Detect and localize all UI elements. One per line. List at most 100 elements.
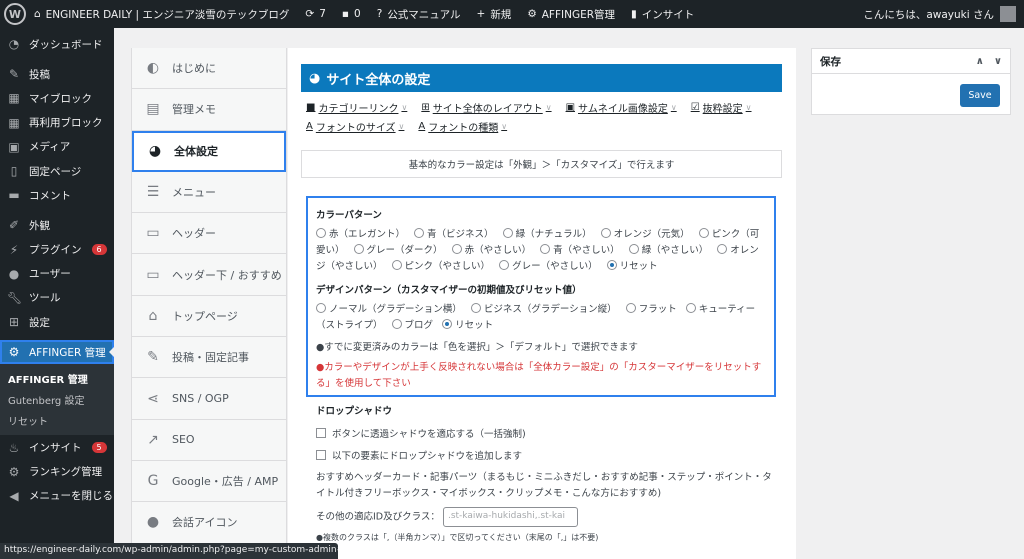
radio-button[interactable] [600,228,611,238]
radio-option[interactable]: 緑（ナチュラル） [502,228,592,240]
radio-button[interactable] [625,303,636,313]
nav-item-google[interactable]: G Google・広告 / AMP [132,461,286,503]
wordpress-logo-icon[interactable]: W [4,3,26,25]
nav-item-menu[interactable]: ☰ メニュー [132,172,286,214]
submenu-gutenberg[interactable]: Gutenberg 設定 [0,389,114,410]
new-content-link[interactable]: + 新規 [469,0,520,28]
submenu-reset[interactable]: リセット [0,410,114,431]
affinger-admin-link[interactable]: ⚙ AFFINGER管理 [519,0,623,28]
sidebar-item-ranking[interactable]: ⚙ ランキング管理 [0,460,114,484]
radio-option[interactable]: 赤（エレガント） [316,228,405,240]
nav-item-header-below[interactable]: ▭ ヘッダー下 / おすすめ [132,254,286,296]
dropshadow-heading: ドロップシャドウ [316,406,393,417]
link-excerpt[interactable]: ☑ 抜粋設定 ∨ [691,100,752,115]
radio-option[interactable]: 緑（やさしい） [628,244,708,256]
radio-option[interactable]: ピンク（やさしい） [391,260,490,272]
updates-link[interactable]: ⟳ 7 [297,0,334,28]
sidebar-item-appearance[interactable]: ✐ 外観 [0,213,114,237]
nav-item-general[interactable]: ◕ 全体設定 [132,130,286,172]
nav-item-header[interactable]: ▭ ヘッダー [132,213,286,255]
dropshadow-option-2[interactable]: 以下の要素にドロップシャドウを追加します [316,448,522,462]
radio-button[interactable] [502,228,513,238]
checkbox[interactable] [316,428,326,438]
sidebar-item-collapse[interactable]: ◀ メニューを閉じる [0,484,114,508]
nav-item-chat-icon[interactable]: ● 会話アイコン [132,502,286,544]
sidebar-item-settings[interactable]: ⊞ 設定 [0,310,114,334]
radio-button[interactable] [698,228,709,238]
radio-button[interactable] [685,303,696,313]
chat-icon: ● [146,514,160,531]
radio-option[interactable]: ブログ [391,319,433,331]
radio-option[interactable]: リセット [606,260,658,272]
radio-button[interactable] [316,228,326,238]
chevron-down-icon: ∨ [401,103,408,112]
admin-bar: W ⌂ ENGINEER DAILY | エンジニア淡雪のテックブログ ⟳ 7 ▪ 0… [0,0,1024,28]
radio-button[interactable] [540,244,551,254]
link-category[interactable]: ■ カテゴリーリンク ∨ [306,100,407,115]
radio-button[interactable] [470,303,481,313]
radio-option[interactable]: オレンジ（元気） [600,228,690,240]
sidebar-item-posts[interactable]: ✎ 投稿 [0,62,114,86]
checkbox[interactable] [316,450,326,460]
settings-nav: ◐ はじめに ▤ 管理メモ ◕ 全体設定 ☰ メニュー ▭ ヘッダー ▭ ヘッダー下 / お… [131,48,287,559]
chevron-down-icon[interactable]: ∨ [994,56,1002,67]
sidebar-item-dashboard[interactable]: ◔ ダッシュボード [0,32,114,56]
radio-button[interactable] [414,228,425,238]
chevron-down-icon: ∨ [670,103,677,112]
nav-item-sns[interactable]: ⋖ SNS / OGP [132,378,286,420]
sidebar-item-tools[interactable]: 🔧︎ ツール [0,286,114,310]
radio-option[interactable]: 青（ビジネス） [414,228,494,240]
radio-option[interactable]: ビジネス（グラデーション縦） [470,303,617,315]
radio-button[interactable] [442,319,453,329]
sidebar-item-myblock[interactable]: ▦ マイブロック [0,86,114,110]
nav-item-seo[interactable]: ↗ SEO [132,420,286,461]
insight-link[interactable]: ▮ インサイト [623,0,702,28]
grid-icon: ▦ [8,115,20,130]
sidebar-item-users[interactable]: ● ユーザー [0,262,114,286]
dropshadow-option-1[interactable]: ボタンに透過シャドウを適応する（一括強制) [316,426,526,440]
nav-item-memo[interactable]: ▤ 管理メモ [132,89,286,131]
nav-item-top-page[interactable]: ⌂ トップページ [132,296,286,338]
radio-option[interactable]: グレー（ダーク） [353,244,443,256]
chevron-up-icon[interactable]: ∧ [976,56,984,67]
radio-button[interactable] [451,244,462,254]
sidebar-item-plugins[interactable]: ⚡ プラグイン 6 [0,238,114,262]
nav-item-intro[interactable]: ◐ はじめに [132,48,286,90]
sidebar-item-pages[interactable]: ▯ 固定ページ [0,159,114,183]
avatar [1000,6,1016,22]
link-font-size[interactable]: A フォントのサイズ ∨ [306,119,404,134]
radio-button[interactable] [391,260,402,270]
admin-sidebar: ◔ ダッシュボード ✎ 投稿 ▦ マイブロック ▦ 再利用ブロック ▣ メディア ▯ 固定ペ… [0,28,115,559]
radio-option[interactable]: リセット [442,319,493,331]
radio-button[interactable] [316,303,326,313]
link-thumbnail[interactable]: ▣ サムネイル画像設定 ∨ [566,100,677,115]
save-button[interactable]: Save [960,84,1000,107]
radio-button[interactable] [391,319,402,329]
radio-option[interactable]: グレー（やさしい） [499,260,598,272]
submenu-affinger-admin[interactable]: AFFINGER 管理 [0,368,114,389]
sidebar-item-affinger[interactable]: ⚙ AFFINGER 管理 [0,340,115,365]
site-name-link[interactable]: ⌂ ENGINEER DAILY | エンジニア淡雪のテックブログ [26,0,297,28]
radio-button[interactable] [628,244,639,254]
sidebar-item-insight[interactable]: ♨ インサイト 5 [0,435,114,459]
nav-item-posts[interactable]: ✎ 投稿・固定記事 [132,337,286,379]
link-font-family[interactable]: A フォントの種類 ∨ [418,119,507,134]
account-menu[interactable]: こんにちは、awayuki さん [863,6,1024,22]
radio-button[interactable] [717,244,728,254]
chevron-down-icon: ∨ [501,122,508,131]
radio-button[interactable] [606,260,617,270]
sidebar-item-media[interactable]: ▣ メディア [0,135,114,159]
sidebar-item-comments[interactable]: ▬ コメント [0,183,114,207]
manual-link[interactable]: ? 公式マニュアル [369,0,469,28]
radio-button[interactable] [499,260,510,270]
radio-option[interactable]: 赤（やさしい） [451,244,531,256]
radio-option[interactable]: フラット [625,303,677,315]
sidebar-item-reusable[interactable]: ▦ 再利用ブロック [0,111,114,135]
radio-option[interactable]: ノーマル（グラデーション横） [316,303,462,315]
link-layout[interactable]: ⊞ サイト全体のレイアウト ∨ [421,100,551,115]
radio-option[interactable]: 青（やさしい） [540,244,620,256]
comments-link[interactable]: ▪ 0 [334,0,369,28]
radio-button[interactable] [353,244,364,254]
extra-class-input[interactable]: .st-kaiwa-hukidashi,.st-kai [442,507,578,527]
dropshadow-description: おすすめヘッダーカード・記事パーツ（まるもじ・ミニふきだし・おすすめ記事・ステッ… [316,472,772,499]
